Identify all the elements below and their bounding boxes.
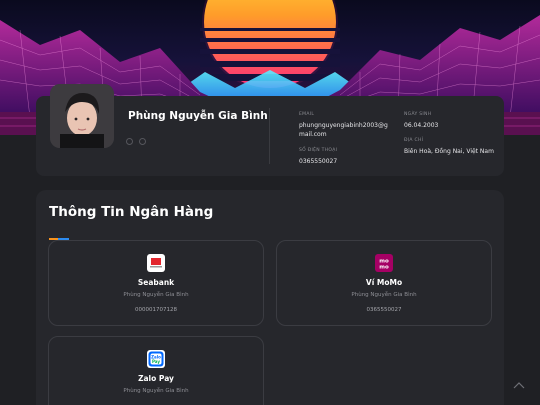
section-title: Thông Tin Ngân Hàng [49,204,214,220]
bank-name: Ví MoMo [365,278,403,287]
seabank-logo-icon [147,254,165,272]
bank-account-number: 0365550027 [366,307,402,313]
bank-name: Zalo Pay [138,374,174,383]
address-value: Biên Hoà, Đồng Nai, Việt Nam [404,148,494,155]
phone-info: SỐ ĐIỆN THOẠI 0365550027 [299,146,337,166]
profile-name: Phùng Nguyễn Gia Bình [128,110,268,122]
birthday-value: 06.04.2003 [404,122,439,129]
svg-text:Pay: Pay [152,359,160,364]
bank-card-zalopay[interactable]: Zalo Pay Zalo Pay Phùng Nguyễn Gia Bình [48,336,264,405]
social-links [126,138,146,145]
bank-name: Seabank [137,278,175,287]
title-accent-bar [49,225,69,240]
profile-card: Phùng Nguyễn Gia Bình EMAIL phungnguyeng… [36,84,504,176]
bank-card-momo[interactable]: mo mo Ví MoMo Phùng Nguyễn Gia Bình 0365… [276,240,492,326]
chevron-up-icon [513,382,525,389]
email-info: EMAIL phungnguyengiabinh2003@gmail.com [299,110,391,139]
bank-account-number: 000001707128 [135,307,177,313]
email-value: phungnguyengiabinh2003@gmail.com [299,122,388,138]
avatar-photo [50,84,114,148]
svg-text:mo: mo [379,265,389,271]
avatar [50,84,114,148]
social-link-icon[interactable] [139,138,146,145]
social-link-icon[interactable] [126,138,133,145]
bank-holder: Phùng Nguyễn Gia Bình [123,388,189,394]
phone-value: 0365550027 [299,158,338,165]
bank-holder: Phùng Nguyễn Gia Bình [123,292,189,298]
birthday-info: NGÀY SINH 06.04.2003 [404,110,438,130]
address-label: ĐỊA CHỈ [404,138,424,143]
zalopay-logo-icon: Zalo Pay [147,350,165,368]
birthday-label: NGÀY SINH [404,112,432,117]
bank-card-seabank[interactable]: Seabank Phùng Nguyễn Gia Bình 0000017071… [48,240,264,326]
bank-holder: Phùng Nguyễn Gia Bình [351,292,417,298]
address-info: ĐỊA CHỈ Biên Hoà, Đồng Nai, Việt Nam [404,136,494,156]
phone-label: SỐ ĐIỆN THOẠI [299,148,338,153]
email-label: EMAIL [299,112,315,117]
bank-section: Thông Tin Ngân Hàng Seabank Phùng Nguyễn… [36,190,504,405]
momo-logo-icon: mo mo [375,254,393,272]
scroll-top-button[interactable] [512,378,526,392]
divider [269,108,270,164]
